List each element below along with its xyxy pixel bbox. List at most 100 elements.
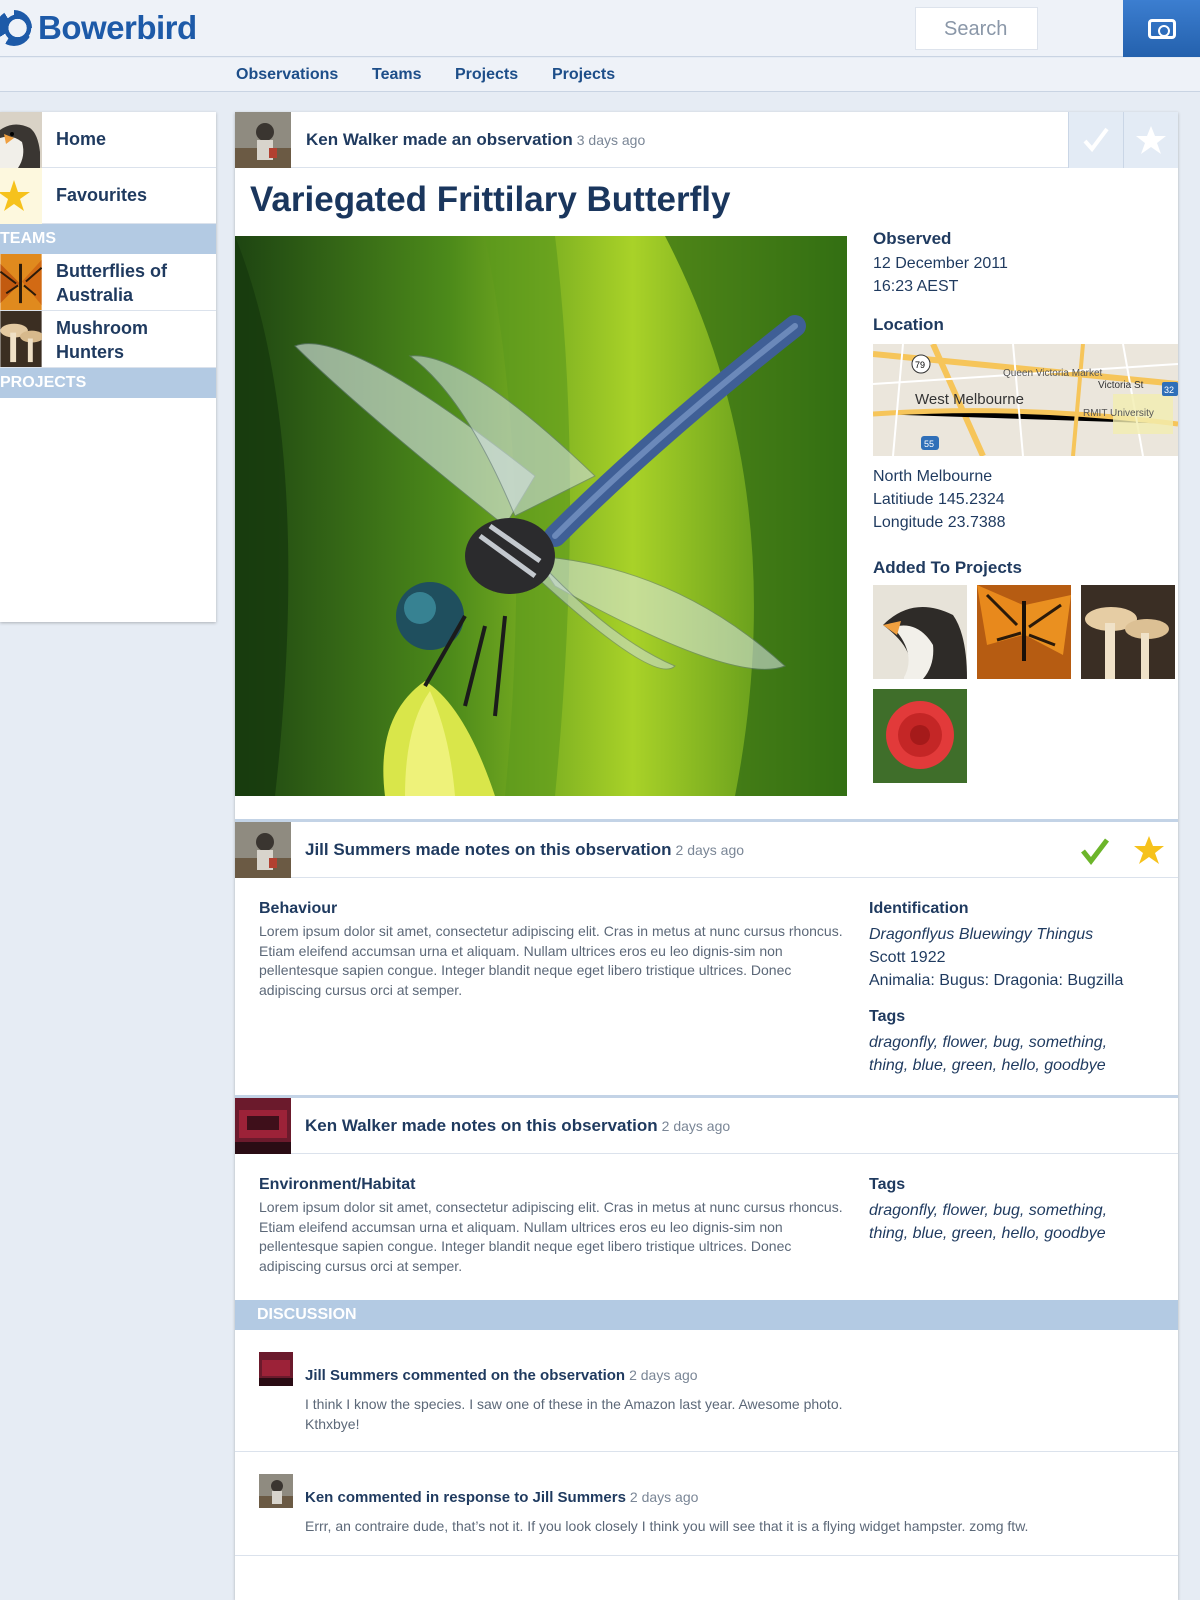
- mushroom-image: [1081, 585, 1175, 679]
- map-label: RMIT University: [1083, 408, 1154, 419]
- nav-projects[interactable]: Projects: [455, 66, 518, 84]
- sidebar: Home Favourites TEAMS Butterflies of Aus…: [0, 112, 216, 622]
- nav-projects-2[interactable]: Projects: [552, 66, 615, 84]
- eagle-thumbnail: [0, 112, 42, 168]
- species-name: Dragonflyus Bluewingy Thingus: [869, 926, 1094, 943]
- map-label: 55: [924, 439, 934, 449]
- observed-date: 12 December 2011: [873, 255, 1008, 272]
- longitude: Longitude 23.7388: [873, 514, 1006, 531]
- avatar[interactable]: [235, 1098, 291, 1154]
- observation-photo[interactable]: [235, 236, 847, 796]
- observation-card: Ken Walker made an observation 3 days ago…: [235, 112, 1178, 1600]
- app-name: Bowerbird: [38, 9, 197, 46]
- identify-button[interactable]: [1068, 112, 1123, 168]
- avatar[interactable]: [235, 112, 291, 168]
- identification-label: Identification: [869, 900, 969, 917]
- comment-author-line: Ken commented in response to Jill Summer…: [305, 1489, 698, 1506]
- dragonfly-photo: [235, 236, 847, 796]
- author-line-text[interactable]: Ken Walker made notes on this observatio…: [305, 1116, 658, 1135]
- project-thumbnail-butterfly[interactable]: [977, 585, 1071, 679]
- behaviour-label: Behaviour: [259, 900, 338, 917]
- author-line-text[interactable]: Ken Walker made an observation: [306, 130, 573, 149]
- location-map[interactable]: West Melbourne Queen Victoria Market Vic…: [873, 344, 1178, 456]
- observation-title: Variegated Frittilary Butterfly: [250, 180, 731, 219]
- check-icon[interactable]: [1080, 836, 1110, 866]
- discussion-header: DISCUSSION: [235, 1300, 1178, 1330]
- tags-label: Tags: [869, 1176, 906, 1193]
- post-time: 2 days ago: [629, 1489, 699, 1505]
- sidebar-item-favourites[interactable]: Favourites: [0, 168, 216, 224]
- habitat-label: Environment/Habitat: [259, 1176, 416, 1193]
- observed-label: Observed: [873, 229, 952, 248]
- check-icon: [1083, 127, 1109, 153]
- map-image: West Melbourne Queen Victoria Market Vic…: [873, 344, 1178, 456]
- avatar-image: [259, 1352, 293, 1386]
- post-time: 2 days ago: [629, 1367, 698, 1383]
- search-input[interactable]: Search: [915, 7, 1038, 50]
- author-line-text[interactable]: Jill Summers made notes on this observat…: [305, 840, 672, 859]
- butterfly-thumbnail: [0, 254, 42, 310]
- latitude: Latitiude 145.2324: [873, 491, 1005, 508]
- avatar[interactable]: [259, 1352, 293, 1386]
- comment-separator: [235, 1451, 1178, 1452]
- star-icon[interactable]: [1133, 834, 1165, 866]
- butterfly-image: [977, 585, 1071, 679]
- comment-separator: [235, 1555, 1178, 1556]
- observation-author-line: Ken Walker made an observation 3 days ago: [306, 130, 645, 150]
- map-label: 32: [1164, 385, 1174, 395]
- sidebar-item-label: Butterflies of Australia: [56, 261, 168, 305]
- note-author-line: Ken Walker made notes on this observatio…: [305, 1116, 730, 1136]
- favourite-button[interactable]: [1123, 112, 1178, 168]
- comment-text: Errr, an contraire dude, that’s not it. …: [305, 1518, 1029, 1534]
- project-thumbnail-eagle[interactable]: [873, 585, 967, 679]
- map-label: West Melbourne: [915, 391, 1024, 408]
- flower-image: [873, 689, 967, 783]
- habitat-text: Lorem ipsum dolor sit amet, consectetur …: [259, 1199, 843, 1274]
- project-thumbnail-flower[interactable]: [873, 689, 967, 783]
- sidebar-item-label: Favourites: [56, 185, 148, 205]
- camera-button[interactable]: [1123, 0, 1200, 57]
- species-author: Scott 1922: [869, 949, 946, 966]
- tags-label: Tags: [869, 1008, 906, 1025]
- top-bar: Bowerbird Search: [0, 0, 1200, 57]
- post-time: 2 days ago: [661, 1118, 731, 1134]
- nav-teams[interactable]: Teams: [372, 66, 422, 84]
- app-logo[interactable]: Bowerbird: [0, 8, 197, 48]
- star-icon: [0, 168, 42, 224]
- teams-header: TEAMS: [0, 224, 216, 254]
- sidebar-item-label: Mushroom Hunters: [56, 318, 148, 362]
- camera-icon: [1147, 18, 1176, 39]
- sidebar-item-label: Home: [56, 129, 107, 149]
- observed-time: 16:23 AEST: [873, 278, 959, 295]
- sidebar-item-home[interactable]: Home: [0, 112, 216, 168]
- author-line-text[interactable]: Ken commented in response to Jill Summer…: [305, 1489, 626, 1506]
- comment-text: I think I know the species. I saw one of…: [305, 1396, 843, 1432]
- map-label: Queen Victoria Market: [1003, 368, 1103, 379]
- main-nav: Observations Teams Projects Projects: [0, 58, 1200, 92]
- note-header-jill: Jill Summers made notes on this observat…: [235, 822, 1178, 878]
- avatar[interactable]: [235, 822, 291, 878]
- observation-header: Ken Walker made an observation 3 days ago: [235, 112, 1178, 168]
- tags-list: dragonfly, flower, bug, something, thing…: [869, 1202, 1108, 1242]
- location-name: North Melbourne: [873, 468, 993, 485]
- avatar-image: [259, 1474, 293, 1508]
- mushroom-thumbnail: [0, 311, 42, 367]
- taxonomy: Animalia: Bugus: Dragonia: Bugzilla: [869, 972, 1124, 989]
- behaviour-text: Lorem ipsum dolor sit amet, consectetur …: [259, 923, 843, 998]
- added-to-projects-label: Added To Projects: [873, 558, 1022, 577]
- map-label: 79: [915, 360, 925, 370]
- post-time: 2 days ago: [675, 842, 745, 858]
- note-author-line: Jill Summers made notes on this observat…: [305, 840, 744, 860]
- bowerbird-logo-icon: [0, 10, 32, 46]
- nav-observations[interactable]: Observations: [236, 66, 338, 84]
- comment-author-line: Jill Summers commented on the observatio…: [305, 1367, 698, 1384]
- avatar[interactable]: [259, 1474, 293, 1508]
- author-line-text[interactable]: Jill Summers commented on the observatio…: [305, 1367, 625, 1384]
- eagle-image: [873, 585, 967, 679]
- note-header-ken: Ken Walker made notes on this observatio…: [235, 1098, 1178, 1154]
- sidebar-item-butterflies[interactable]: Butterflies of Australia: [0, 254, 216, 311]
- map-label: Victoria St: [1098, 380, 1144, 391]
- star-outline-icon: [1136, 126, 1166, 154]
- project-thumbnail-mushroom[interactable]: [1081, 585, 1175, 679]
- sidebar-item-mushroom-hunters[interactable]: Mushroom Hunters: [0, 311, 216, 368]
